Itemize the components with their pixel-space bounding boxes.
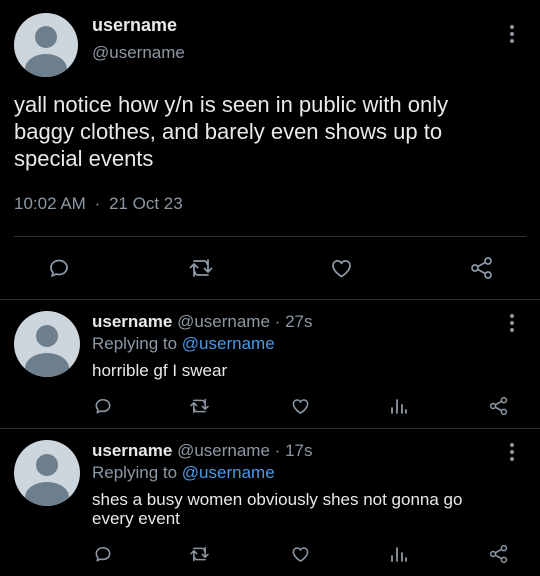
separator: · bbox=[94, 194, 101, 213]
reply-text-line-2: every event bbox=[92, 509, 180, 528]
like-icon[interactable] bbox=[290, 544, 311, 564]
reply-icon[interactable] bbox=[93, 396, 113, 416]
replying-prefix: Replying to bbox=[92, 463, 178, 482]
tweet-text-line-3: special events bbox=[14, 146, 154, 171]
reply-text-line-1: horrible gf I swear bbox=[92, 361, 228, 380]
separator: · bbox=[274, 441, 281, 460]
like-icon[interactable] bbox=[290, 396, 311, 416]
replying-prefix: Replying to bbox=[92, 334, 178, 353]
views-icon[interactable] bbox=[389, 544, 409, 564]
retweet-icon[interactable] bbox=[189, 396, 210, 416]
handle[interactable]: @username bbox=[177, 312, 270, 331]
handle[interactable]: @username bbox=[177, 441, 270, 460]
handle[interactable]: @username bbox=[92, 43, 185, 63]
reply-age: 17s bbox=[285, 441, 313, 460]
display-name[interactable]: username bbox=[92, 312, 172, 331]
retweet-icon[interactable] bbox=[189, 544, 210, 564]
replying-to-link[interactable]: @username bbox=[182, 334, 275, 353]
display-name[interactable]: username bbox=[92, 441, 172, 460]
replying-to: Replying to @username bbox=[92, 334, 275, 354]
reply-header: username @username · 27s bbox=[92, 312, 312, 332]
tweet-text-line-1: yall notice how y/n is seen in public wi… bbox=[14, 92, 449, 117]
views-icon[interactable] bbox=[389, 396, 409, 416]
retweet-icon[interactable] bbox=[188, 256, 214, 280]
more-options-icon[interactable] bbox=[510, 25, 514, 46]
reply-text-line-1: shes a busy women obviously shes not gon… bbox=[92, 490, 463, 509]
more-options-icon[interactable] bbox=[510, 443, 514, 464]
display-name[interactable]: username bbox=[92, 15, 177, 36]
reply-header: username @username · 17s bbox=[92, 441, 312, 461]
reply-age: 27s bbox=[285, 312, 313, 331]
tweet-text-line-2: baggy clothes, and barely even shows up … bbox=[14, 119, 443, 144]
tweet-date: 21 Oct 23 bbox=[108, 194, 183, 213]
avatar[interactable] bbox=[14, 13, 78, 77]
divider bbox=[14, 236, 526, 237]
share-icon[interactable] bbox=[488, 544, 509, 564]
tweet-timestamp[interactable]: 10:02 AM · 21 Oct 23 bbox=[14, 194, 183, 214]
divider bbox=[0, 428, 540, 429]
share-icon[interactable] bbox=[488, 396, 509, 416]
share-icon[interactable] bbox=[469, 256, 494, 280]
separator: · bbox=[274, 312, 281, 331]
avatar[interactable] bbox=[14, 311, 80, 377]
avatar[interactable] bbox=[14, 440, 80, 506]
reply-icon[interactable] bbox=[47, 256, 71, 280]
more-options-icon[interactable] bbox=[510, 314, 514, 335]
like-icon[interactable] bbox=[329, 256, 354, 280]
tweet-time: 10:02 AM bbox=[14, 194, 86, 213]
replying-to-link[interactable]: @username bbox=[182, 463, 275, 482]
reply-icon[interactable] bbox=[93, 544, 113, 564]
replying-to: Replying to @username bbox=[92, 463, 275, 483]
divider bbox=[0, 299, 540, 300]
